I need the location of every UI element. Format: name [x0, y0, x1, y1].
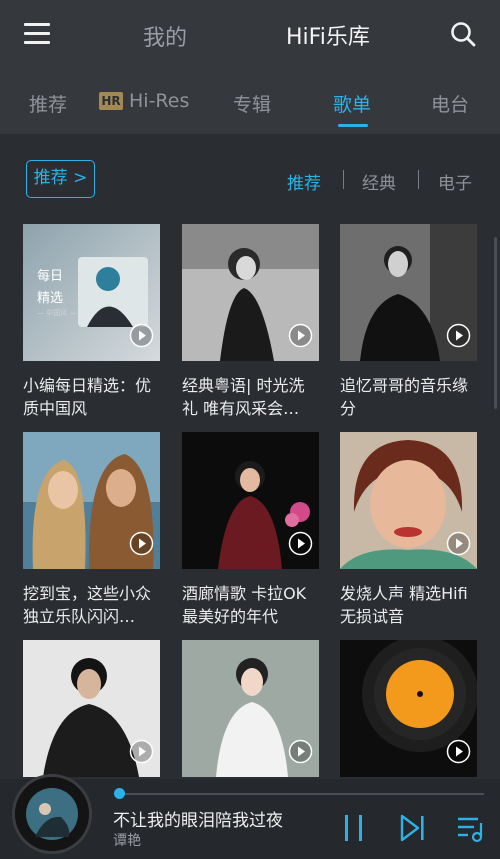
play-icon[interactable]: [446, 323, 471, 348]
playlist-title[interactable]: 经典粤语| 时光洗礼 唯有风采会…: [182, 374, 319, 420]
play-icon[interactable]: [288, 739, 313, 764]
playlist-card[interactable]: 发烧人声 精选Hifi无损试音: [340, 432, 477, 628]
now-playing-artist: 谭艳: [113, 833, 141, 849]
playlist-cover: [182, 640, 319, 777]
filter-divider: [343, 170, 344, 189]
playlist-card[interactable]: 酒廊情歌 卡拉OK 最美好的年代: [182, 432, 319, 628]
playlist-title[interactable]: 发烧人声 精选Hifi无损试音: [340, 582, 477, 628]
filter-classic[interactable]: 经典: [362, 169, 396, 194]
play-icon[interactable]: [288, 323, 313, 348]
tab-hi-res-label: Hi-Res: [129, 90, 190, 112]
album-art-disc[interactable]: [12, 774, 92, 854]
play-icon[interactable]: [129, 323, 154, 348]
playlist-cover: [340, 224, 477, 361]
playlist-queue-icon[interactable]: [456, 815, 486, 843]
play-icon[interactable]: [129, 739, 154, 764]
playlist-card[interactable]: 经典粤语| 时光洗礼 唯有风采会…: [182, 224, 319, 420]
hi-res-badge-icon: HR: [99, 92, 123, 110]
tab-recommend[interactable]: 推荐: [29, 90, 67, 117]
category-tabs: 推荐 HR Hi-Res 专辑 歌单 电台: [0, 70, 500, 135]
playlist-cover: [182, 224, 319, 361]
tab-albums[interactable]: 专辑: [233, 90, 271, 117]
playlist-title[interactable]: 小编每日精选：优质中国风: [23, 374, 160, 420]
top-bar: 我的 HiFi乐库: [0, 0, 500, 70]
playlist-cover: [340, 432, 477, 569]
app-root: 我的 HiFi乐库 推荐 HR Hi-Res 专辑 歌单 电台 推荐 > 推荐 经…: [0, 0, 500, 859]
play-icon[interactable]: [129, 531, 154, 556]
play-icon[interactable]: [288, 531, 313, 556]
playlist-card[interactable]: 挖到宝，这些小众独立乐队闪闪…: [23, 432, 160, 628]
playlist-card[interactable]: [23, 640, 160, 777]
progress-handle[interactable]: [114, 788, 125, 799]
recommend-category-button[interactable]: 推荐 >: [26, 160, 95, 198]
search-icon[interactable]: [449, 20, 477, 48]
scrollbar[interactable]: [494, 237, 497, 409]
tab-radio[interactable]: 电台: [431, 90, 469, 117]
tab-hi-res[interactable]: HR Hi-Res: [99, 90, 189, 112]
filter-recommend[interactable]: 推荐: [287, 169, 321, 194]
tab-hifi-library[interactable]: HiFi乐库: [286, 19, 370, 51]
now-playing-title[interactable]: 不让我的眼泪陪我过夜: [113, 806, 283, 831]
play-icon[interactable]: [446, 531, 471, 556]
menu-icon[interactable]: [24, 22, 52, 46]
playlist-card[interactable]: [182, 640, 319, 777]
playlist-cover: [23, 432, 160, 569]
progress-bar[interactable]: [119, 793, 484, 795]
playlist-card[interactable]: 每日 精选 — 中国风 — 小编每日精选：优质中国风: [23, 224, 160, 420]
playlist-card[interactable]: [340, 640, 477, 777]
filter-electronic[interactable]: 电子: [438, 169, 472, 194]
play-icon[interactable]: [446, 739, 471, 764]
cover-sublabel: — 中国风 —: [37, 309, 77, 317]
tab-mine[interactable]: 我的: [143, 20, 187, 52]
tab-playlists[interactable]: 歌单: [333, 90, 371, 117]
playlist-cover: [23, 640, 160, 777]
pause-icon[interactable]: [342, 813, 366, 843]
playlist-title[interactable]: 挖到宝，这些小众独立乐队闪闪…: [23, 582, 160, 628]
playlist-cover: [182, 432, 319, 569]
playlist-card[interactable]: 追忆哥哥的音乐缘分: [340, 224, 477, 420]
cover-label: 每日 精选: [37, 269, 64, 306]
next-track-icon[interactable]: [399, 813, 427, 843]
playlist-cover: [340, 640, 477, 777]
active-tab-indicator: [338, 124, 368, 127]
playlist-cover: 每日 精选 — 中国风 —: [23, 224, 160, 361]
filter-divider: [418, 170, 419, 189]
playlist-title[interactable]: 酒廊情歌 卡拉OK 最美好的年代: [182, 582, 319, 628]
playlist-title[interactable]: 追忆哥哥的音乐缘分: [340, 374, 477, 420]
